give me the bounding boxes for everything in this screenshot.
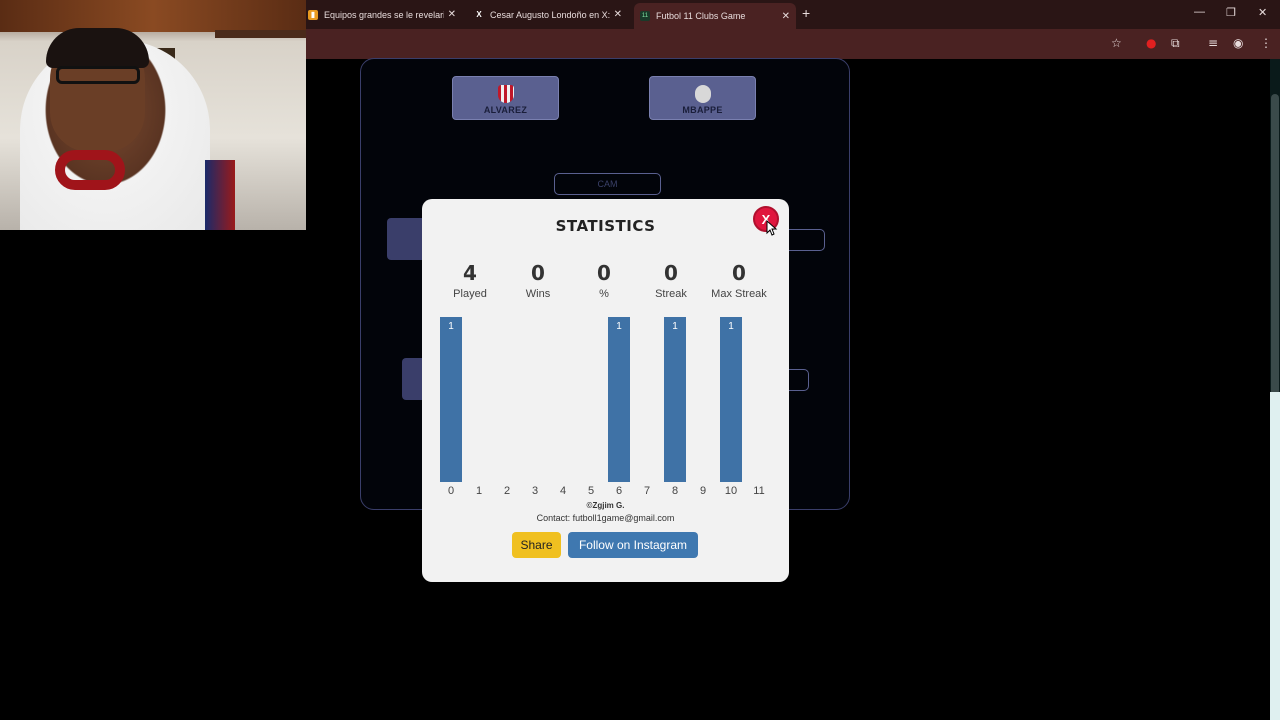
page-edge-strip [1270, 392, 1280, 720]
bookmark-star-icon[interactable]: ☆ [1111, 36, 1122, 50]
minimize-button[interactable]: — [1194, 6, 1205, 18]
x-tick-label: 7 [644, 485, 650, 497]
webcam-person-glasses [56, 66, 140, 84]
x-tick-label: 9 [700, 485, 706, 497]
extensions-puzzle-icon[interactable]: ⧉ [1171, 36, 1180, 51]
distribution-bar [664, 317, 686, 482]
close-tab-icon[interactable]: ✕ [782, 11, 790, 22]
x-tick-label: 3 [532, 485, 538, 497]
tab-futbol11[interactable]: 11 Futbol 11 Clubs Game ✕ [634, 3, 796, 29]
profile-avatar-icon[interactable]: ◉ [1233, 36, 1243, 50]
close-tab-icon[interactable]: ✕ [448, 9, 456, 20]
player-name: ALVAREZ [483, 105, 528, 115]
close-tab-icon[interactable]: ✕ [614, 9, 622, 20]
webcam-person-hair [46, 28, 149, 68]
x-tick-label: 4 [560, 485, 566, 497]
webcam-overlay [0, 0, 306, 230]
restore-button[interactable]: ❐ [1226, 6, 1236, 19]
copyright-text: ©Zgjim G. [586, 501, 625, 510]
player-name: MBAPPE [682, 105, 723, 115]
distribution-bar [608, 317, 630, 482]
x-tick-label: 8 [672, 485, 678, 497]
bar-value-label: 1 [728, 321, 734, 332]
webcam-hanging-shirt [205, 160, 235, 230]
webcam-shelf [215, 30, 306, 38]
bar-value-label: 1 [448, 321, 454, 332]
x-tick-label: 0 [448, 485, 454, 497]
bookmark-icon: ▮ [308, 9, 318, 20]
x-tick-label: 1 [476, 485, 482, 497]
tab-cesar-augusto[interactable]: X Cesar Augusto Londoño en X: ' ✕ [468, 4, 628, 25]
x-tick-label: 5 [588, 485, 594, 497]
guess-distribution-chart: 10 1 2 3 4 516 718 9110 11 [440, 317, 765, 497]
distribution-bar [720, 317, 742, 482]
x-tick-label: 11 [753, 485, 764, 497]
tab-equipos[interactable]: ▮ Equipos grandes se le revelaria ✕ [302, 4, 462, 25]
real-madrid-crest-icon [694, 85, 711, 103]
statistics-modal: STATISTICS X 4 Played 0 Wins 0 % 0 Strea… [422, 199, 789, 582]
player-card-mbappe[interactable]: MBAPPE [649, 76, 756, 120]
media-queue-icon[interactable]: ≡ [1208, 36, 1218, 50]
tab-label: Cesar Augusto Londoño en X: ' [490, 9, 610, 20]
webcam-ceiling [0, 0, 306, 32]
x-tick-label: 10 [725, 485, 737, 497]
scrollbar-thumb[interactable] [1271, 94, 1279, 398]
extension-record-icon[interactable]: ● [1146, 36, 1156, 50]
x-logo-icon: X [476, 10, 482, 19]
atletico-madrid-crest-icon [497, 85, 514, 103]
futbol11-icon: 11 [640, 11, 650, 21]
share-button[interactable]: Share [512, 532, 561, 558]
contact-text: Contact: futboll1game@gmail.com [536, 513, 675, 523]
bar-value-label: 1 [672, 321, 678, 332]
mouse-cursor-icon [766, 220, 778, 236]
distribution-bar [440, 317, 462, 482]
tab-label: Equipos grandes se le revelaria [324, 9, 444, 20]
webcam-headphones [55, 150, 125, 190]
player-card-hidden[interactable] [387, 218, 427, 260]
follow-instagram-button[interactable]: Follow on Instagram [568, 532, 698, 558]
tab-label: Futbol 11 Clubs Game [656, 11, 746, 21]
bar-value-label: 1 [616, 321, 622, 332]
player-card-alvarez[interactable]: ALVAREZ [452, 76, 559, 120]
close-window-button[interactable]: ✕ [1258, 6, 1267, 19]
x-tick-label: 2 [504, 485, 510, 497]
new-tab-button[interactable]: + [802, 5, 810, 21]
x-tick-label: 6 [616, 485, 622, 497]
slot-cam[interactable]: CAM [554, 173, 661, 195]
more-menu-icon[interactable]: ⋮ [1260, 36, 1272, 50]
